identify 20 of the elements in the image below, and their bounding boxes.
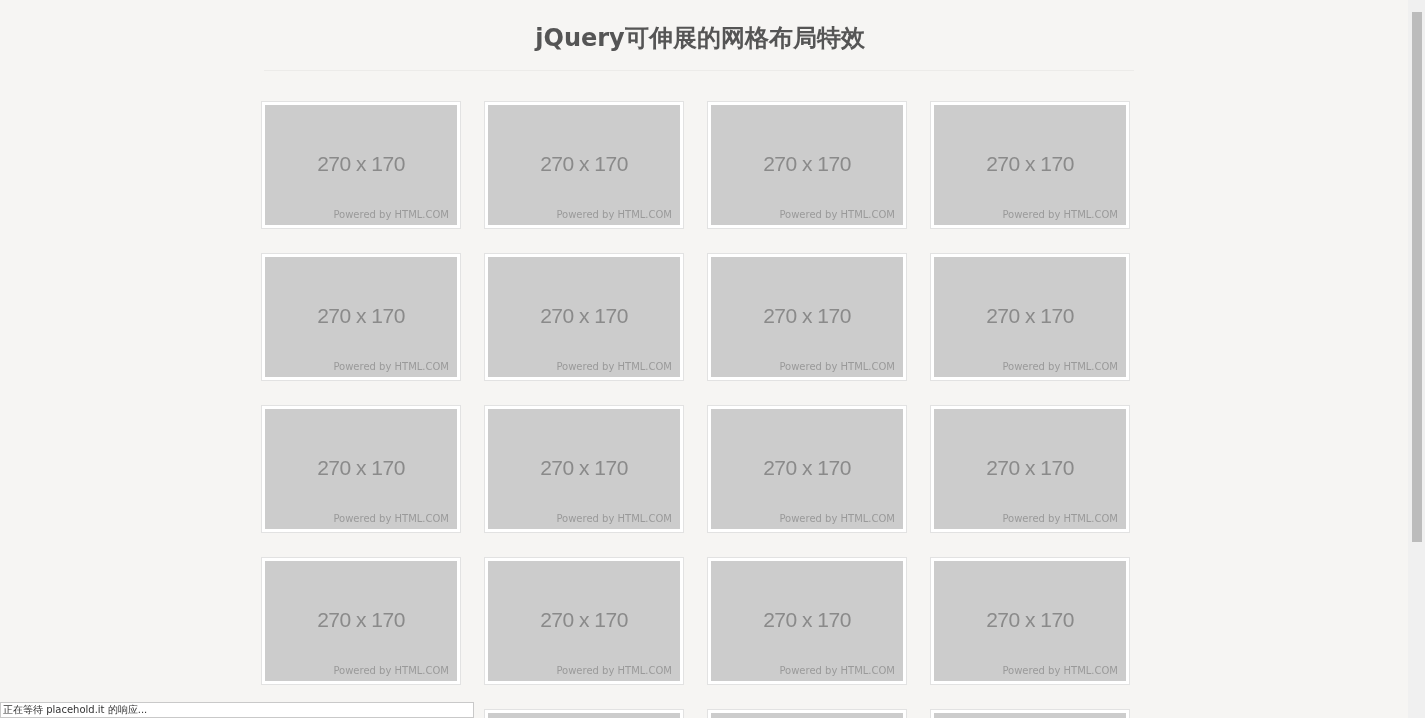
image-size-label: 270 x 170 [540, 150, 628, 177]
image-size-label: 270 x 170 [763, 454, 851, 481]
scrollbar-thumb[interactable] [1411, 12, 1422, 542]
image-size-label: 270 x 170 [540, 302, 628, 329]
image-size-label: 270 x 170 [763, 606, 851, 633]
image-size-label: 270 x 170 [763, 302, 851, 329]
status-bar: 正在等待 placehold.it 的响应... [0, 702, 474, 718]
image-size-label: 270 x 170 [317, 302, 405, 329]
image-size-label: 270 x 170 [986, 302, 1074, 329]
image-size-label: 270 x 170 [986, 606, 1074, 633]
scrollbar[interactable] [1408, 0, 1425, 718]
image-size-label: 270 x 170 [986, 454, 1074, 481]
page-title: jQuery可伸展的网格布局特效 [535, 23, 865, 54]
image-size-label: 270 x 170 [317, 454, 405, 481]
image-size-label: 270 x 170 [763, 150, 851, 177]
image-size-label: 270 x 170 [317, 150, 405, 177]
image-size-label: 270 x 170 [540, 606, 628, 633]
image-size-label: 270 x 170 [317, 606, 405, 633]
image-size-label: 270 x 170 [540, 454, 628, 481]
image-size-label: 270 x 170 [986, 150, 1074, 177]
